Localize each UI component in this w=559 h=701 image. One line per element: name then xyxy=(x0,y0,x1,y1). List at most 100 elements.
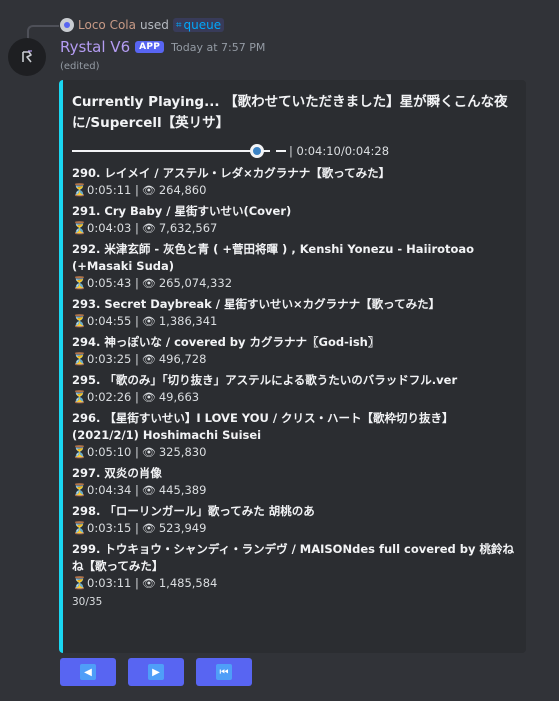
progress-knob-icon xyxy=(250,144,264,158)
queue-item: 290. レイメイ / アステル・レダ×カグラナナ【歌ってみた】 ⏳ 0:05:11… xyxy=(72,165,516,199)
separator: | xyxy=(131,276,139,290)
author-username[interactable]: Rystal V6 xyxy=(60,38,130,56)
track-duration: 0:04:55 xyxy=(87,314,132,328)
reply-username[interactable]: Loco Cola xyxy=(78,18,136,32)
page-indicator: 30/35 xyxy=(72,596,103,608)
hourglass-icon: ⏳ xyxy=(72,390,87,404)
queue-list: 290. レイメイ / アステル・レダ×カグラナナ【歌ってみた】 ⏳ 0:05:11… xyxy=(72,165,516,592)
track-title: 296. 【星街すいせい】I LOVE YOU / クリス・ハート【歌枠切り抜き… xyxy=(72,411,454,442)
track-duration: 0:03:11 xyxy=(87,576,132,590)
reply-reference[interactable]: Loco Cola used ⌗ queue xyxy=(60,17,225,33)
track-title: 292. 米津玄師 - 灰色と青 ( +菅田将暉 ) , Kenshi Yone… xyxy=(72,242,475,273)
track-views: 1,386,341 xyxy=(158,314,218,328)
track-views: 265,074,332 xyxy=(158,276,233,290)
eye-icon: 👁 xyxy=(141,184,156,197)
track-views: 264,860 xyxy=(158,183,207,197)
queue-item: 291. Cry Baby / 星街すいせい(Cover) ⏳ 0:04:03 | 👁… xyxy=(72,203,516,237)
track-duration: 0:03:25 xyxy=(87,352,132,366)
reply-avatar-icon[interactable] xyxy=(60,18,74,32)
separator: | xyxy=(131,352,139,366)
hourglass-icon: ⏳ xyxy=(72,314,87,328)
track-title: 295. 「歌のみ」「切り抜き」アステルによる歌うたいのバラッドフル.ver xyxy=(72,373,458,387)
hourglass-icon: ⏳ xyxy=(72,576,87,590)
track-meta: ⏳ 0:04:55 | 👁 1,386,341 xyxy=(72,313,516,330)
track-title: 291. Cry Baby / 星街すいせい(Cover) xyxy=(72,204,292,218)
track-title: 293. Secret Daybreak / 星街すいせい×カグラナナ【歌ってみ… xyxy=(72,297,441,311)
track-title: 297. 双炎の肖像 xyxy=(72,466,162,480)
hourglass-icon: ⏳ xyxy=(72,221,87,235)
track-meta: ⏳ 0:04:03 | 👁 7,632,567 xyxy=(72,220,516,237)
track-meta: ⏳ 0:05:11 | 👁 264,860 xyxy=(72,182,516,199)
queue-item: 294. 神っぽいな / covered by カグラナナ〖God-ish〗 ⏳ 0… xyxy=(72,334,516,368)
rewind-icon: ⏮ xyxy=(216,664,232,680)
app-badge: APP xyxy=(135,41,165,53)
hourglass-icon: ⏳ xyxy=(72,483,87,497)
queue-item: 295. 「歌のみ」「切り抜き」アステルによる歌うたいのバラッドフル.ver ⏳ 0… xyxy=(72,372,516,406)
arrow-right-icon: ▶ xyxy=(148,664,164,680)
separator: | xyxy=(131,314,139,328)
track-title: 294. 神っぽいな / covered by カグラナナ〖God-ish〗 xyxy=(72,335,380,349)
progress-remaining xyxy=(276,150,286,152)
eye-icon: 👁 xyxy=(141,522,156,535)
eye-icon: 👁 xyxy=(141,446,156,459)
eye-icon: 👁 xyxy=(141,277,156,290)
next-page-button[interactable]: ▶ xyxy=(128,658,184,686)
hourglass-icon: ⏳ xyxy=(72,445,87,459)
track-views: 7,632,567 xyxy=(158,221,218,235)
reply-used-text: used xyxy=(139,18,169,32)
message-timestamp[interactable]: Today at 7:57 PM xyxy=(171,41,265,54)
eye-icon: 👁 xyxy=(141,353,156,366)
eye-icon: 👁 xyxy=(141,222,156,235)
queue-item: 299. トウキョウ・シャンディ・ランデヴ / MAISONdes full c… xyxy=(72,541,516,592)
track-duration: 0:02:26 xyxy=(87,390,132,404)
track-meta: ⏳ 0:05:10 | 👁 325,830 xyxy=(72,444,516,461)
reply-connector xyxy=(27,25,59,39)
track-duration: 0:05:43 xyxy=(87,276,132,290)
previous-page-button[interactable]: ◀ xyxy=(60,658,116,686)
track-meta: ⏳ 0:04:34 | 👁 445,389 xyxy=(72,482,516,499)
queue-embed: Currently Playing... 【歌わせていただきました】星が瞬くこん… xyxy=(59,80,526,653)
hourglass-icon: ⏳ xyxy=(72,521,87,535)
pagination-buttons: ◀ ▶ ⏮ xyxy=(60,658,252,686)
track-views: 496,728 xyxy=(158,352,207,366)
now-playing-title: Currently Playing... 【歌わせていただきました】星が瞬くこん… xyxy=(72,94,508,131)
first-page-button[interactable]: ⏮ xyxy=(196,658,252,686)
track-duration: 0:03:15 xyxy=(87,521,132,535)
command-mention[interactable]: ⌗ queue xyxy=(172,18,225,32)
progress-time: | 0:04:10/0:04:28 xyxy=(289,144,390,158)
eye-icon: 👁 xyxy=(141,577,156,590)
hourglass-icon: ⏳ xyxy=(72,352,87,366)
slash-command-icon: ⌗ xyxy=(175,19,182,31)
track-meta: ⏳ 0:02:26 | 👁 49,663 xyxy=(72,389,516,406)
queue-item: 297. 双炎の肖像 ⏳ 0:04:34 | 👁 445,389 xyxy=(72,465,516,499)
queue-item: 293. Secret Daybreak / 星街すいせい×カグラナナ【歌ってみ… xyxy=(72,296,516,330)
bot-avatar-icon[interactable] xyxy=(8,38,46,76)
eye-icon: 👁 xyxy=(141,391,156,404)
separator: | xyxy=(131,390,139,404)
track-title: 299. トウキョウ・シャンディ・ランデヴ / MAISONdes full c… xyxy=(72,542,514,573)
track-title: 298. 「ローリンガール」歌ってみた 胡桃のあ xyxy=(72,504,315,518)
hourglass-icon: ⏳ xyxy=(72,183,87,197)
progress-bar: | 0:04:10/0:04:28 xyxy=(72,143,516,159)
command-name: queue xyxy=(183,18,222,32)
track-views: 1,485,584 xyxy=(158,576,218,590)
track-views: 325,830 xyxy=(158,445,207,459)
track-views: 523,949 xyxy=(158,521,207,535)
queue-item: 296. 【星街すいせい】I LOVE YOU / クリス・ハート【歌枠切り抜き… xyxy=(72,410,516,461)
queue-item: 298. 「ローリンガール」歌ってみた 胡桃のあ ⏳ 0:03:15 | 👁 523,9… xyxy=(72,503,516,537)
separator: | xyxy=(131,483,139,497)
message-header: Rystal V6 APP Today at 7:57 PM xyxy=(60,38,265,56)
eye-icon: 👁 xyxy=(141,315,156,328)
track-duration: 0:04:34 xyxy=(87,483,132,497)
track-views: 445,389 xyxy=(158,483,207,497)
track-duration: 0:04:03 xyxy=(87,221,132,235)
separator: | xyxy=(131,445,139,459)
track-meta: ⏳ 0:03:25 | 👁 496,728 xyxy=(72,351,516,368)
separator: | xyxy=(131,576,139,590)
bot-logo-icon xyxy=(22,50,32,63)
track-meta: ⏳ 0:03:15 | 👁 523,949 xyxy=(72,520,516,537)
eye-icon: 👁 xyxy=(141,484,156,497)
edited-label: (edited) xyxy=(60,61,100,72)
separator: | xyxy=(131,221,139,235)
track-meta: ⏳ 0:03:11 | 👁 1,485,584 xyxy=(72,575,516,592)
